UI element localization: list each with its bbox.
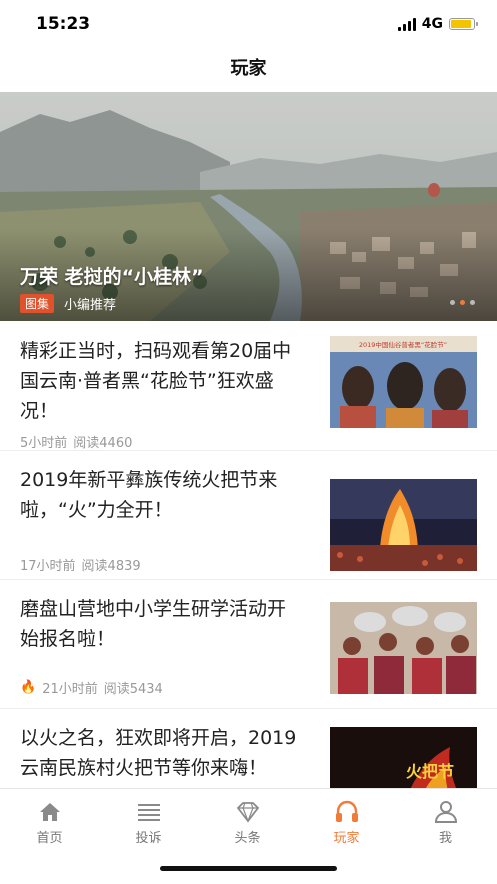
article-title: 磨盘山营地中小学生研学活动开始报名啦！ [20,598,287,650]
banner-subtitle: 小编推荐 [64,298,117,313]
article-reads: 阅读4839 [81,559,141,574]
article-title: 以火之名，狂欢即将开启，2019云南民族村火把节等你来嗨！ [20,727,297,779]
tab-players[interactable]: 玩家 [297,789,396,849]
article-reads: 阅读5434 [103,682,163,697]
tab-label: 首页 [36,831,63,846]
article-item[interactable]: 精彩正当时，扫码观看第20届中国云南·普者黑“花脸节”狂欢盛况！ 5小时前 阅读… [0,322,497,451]
headphones-icon [335,800,358,822]
article-meta: 5小时前 阅读4460 [20,432,132,451]
banner-title[interactable]: 万荣 老挝的“小桂林” [20,262,204,289]
battery-icon [449,18,478,30]
article-meta: 17小时前 阅读4839 [20,555,141,574]
home-icon [39,803,60,821]
svg-text:火把节: 火把节 [406,762,454,781]
hot-flame-icon: 🔥 [20,680,37,695]
carousel-dot [450,300,455,305]
article-meta: 🔥 21小时前 阅读5434 [20,678,163,697]
page-title: 玩家 [230,58,267,79]
carousel-dot [470,300,475,305]
article-title: 精彩正当时，扫码观看第20届中国云南·普者黑“花脸节”狂欢盛况！ [20,340,292,422]
carousel-dot-active [460,300,465,305]
banner-tag: 图集 [20,294,55,313]
svg-text:2019中国仙谷普者黑“花脸节”: 2019中国仙谷普者黑“花脸节” [359,340,447,349]
article-time: 21小时前 [42,682,98,697]
article-time: 5小时前 [20,436,68,451]
tab-label: 玩家 [333,831,360,846]
article-thumbnail: 2019中国仙谷普者黑“花脸节” [330,336,477,428]
banner-meta: 图集 小编推荐 [20,294,116,313]
network-type: 4G [421,16,443,32]
tab-label: 投诉 [135,831,162,846]
user-icon [434,801,457,823]
article-reads: 阅读4460 [73,436,133,451]
tab-complaint[interactable]: 投诉 [99,789,198,849]
status-icons: 4G [397,16,478,32]
carousel-dots [450,300,475,305]
article-item[interactable]: 磨盘山营地中小学生研学活动开始报名啦！ 🔥 21小时前 阅读5434 [0,580,497,709]
list-icon [137,804,160,821]
article-title: 2019年新平彝族传统火把节来啦，“火”力全开！ [20,469,278,521]
tab-home[interactable]: 首页 [0,789,99,849]
tab-label: 头条 [234,831,261,846]
status-bar: 15:23 4G [0,0,497,48]
tab-me[interactable]: 我 [396,789,495,849]
tab-label: 我 [438,831,452,846]
tab-headlines[interactable]: 头条 [198,789,297,849]
signal-icon [397,17,416,31]
article-time: 17小时前 [20,559,76,574]
diamond-icon [236,802,259,823]
home-indicator [160,866,337,871]
status-time: 15:23 [36,14,91,34]
article-item[interactable]: 2019年新平彝族传统火把节来啦，“火”力全开！ 17小时前 阅读4839 [0,451,497,580]
article-thumbnail [330,602,477,694]
article-thumbnail [330,479,477,571]
